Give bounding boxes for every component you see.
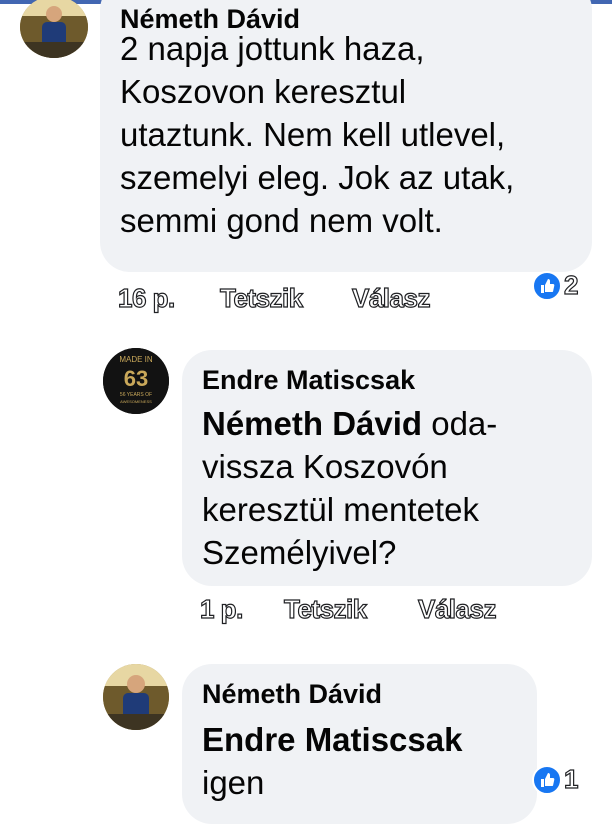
comment-line: Németh Dávid oda- <box>202 402 497 445</box>
comment-bubble: Németh Dávid 2 napja jottunk haza, Koszo… <box>100 0 592 272</box>
comment-text-segment: oda- <box>422 405 498 442</box>
like-button[interactable]: Tetszik <box>219 282 303 314</box>
avatar[interactable]: MADE IN 63 56 YEARS OF AWESOMENESS <box>103 348 169 414</box>
reply-button[interactable]: Válasz <box>417 593 497 625</box>
comment-line: Koszovon keresztul <box>120 73 407 110</box>
comment-line: szemelyi eleg. Jok az utak, <box>120 159 515 196</box>
comment-line: semmi gond nem volt. <box>120 202 443 239</box>
comment-time[interactable]: 1 p. <box>199 593 243 625</box>
comment-author[interactable]: Németh Dávid <box>202 679 382 709</box>
comment-time[interactable]: 16 p. <box>117 282 175 314</box>
comment-text: Endre Matiscsak igen <box>202 718 462 804</box>
comment-line: igen <box>202 764 265 801</box>
comment-line: vissza Koszovón <box>202 448 448 485</box>
avatar-text: MADE IN <box>119 355 153 364</box>
avatar-text: 63 <box>124 366 148 391</box>
comment-line: utaztunk. Nem kell utlevel, <box>120 116 506 153</box>
avatar-text: 56 YEARS OF <box>120 392 152 398</box>
comment-line: Személyivel? <box>202 534 397 571</box>
mention-link[interactable]: Endre Matiscsak <box>202 718 462 761</box>
comment-author[interactable]: Endre Matiscsak <box>202 365 415 395</box>
reaction-summary[interactable]: 1 <box>532 763 579 795</box>
avatar-text: AWESOMENESS <box>120 399 152 404</box>
reaction-count: 2 <box>563 269 579 300</box>
comment-bubble: Endre Matiscsak Németh Dávid oda- vissza… <box>182 350 592 586</box>
avatar[interactable] <box>103 664 169 730</box>
comment-text: 2 napja jottunk haza, Koszovon keresztul… <box>120 27 514 242</box>
reaction-count: 1 <box>563 763 579 794</box>
avatar[interactable] <box>20 0 88 58</box>
reply-button[interactable]: Válasz <box>351 282 431 314</box>
like-icon <box>532 764 562 795</box>
comment-line: 2 napja jottunk haza, <box>120 30 425 67</box>
reaction-summary[interactable]: 2 <box>532 269 579 301</box>
comment-line: keresztül mentetek <box>202 491 479 528</box>
like-icon <box>532 270 562 301</box>
like-button[interactable]: Tetszik <box>283 593 367 625</box>
comment-text: Németh Dávid oda- vissza Koszovón keresz… <box>202 402 497 574</box>
mention-link[interactable]: Németh Dávid <box>202 405 422 442</box>
comment-bubble: Németh Dávid Endre Matiscsak igen <box>182 664 537 824</box>
